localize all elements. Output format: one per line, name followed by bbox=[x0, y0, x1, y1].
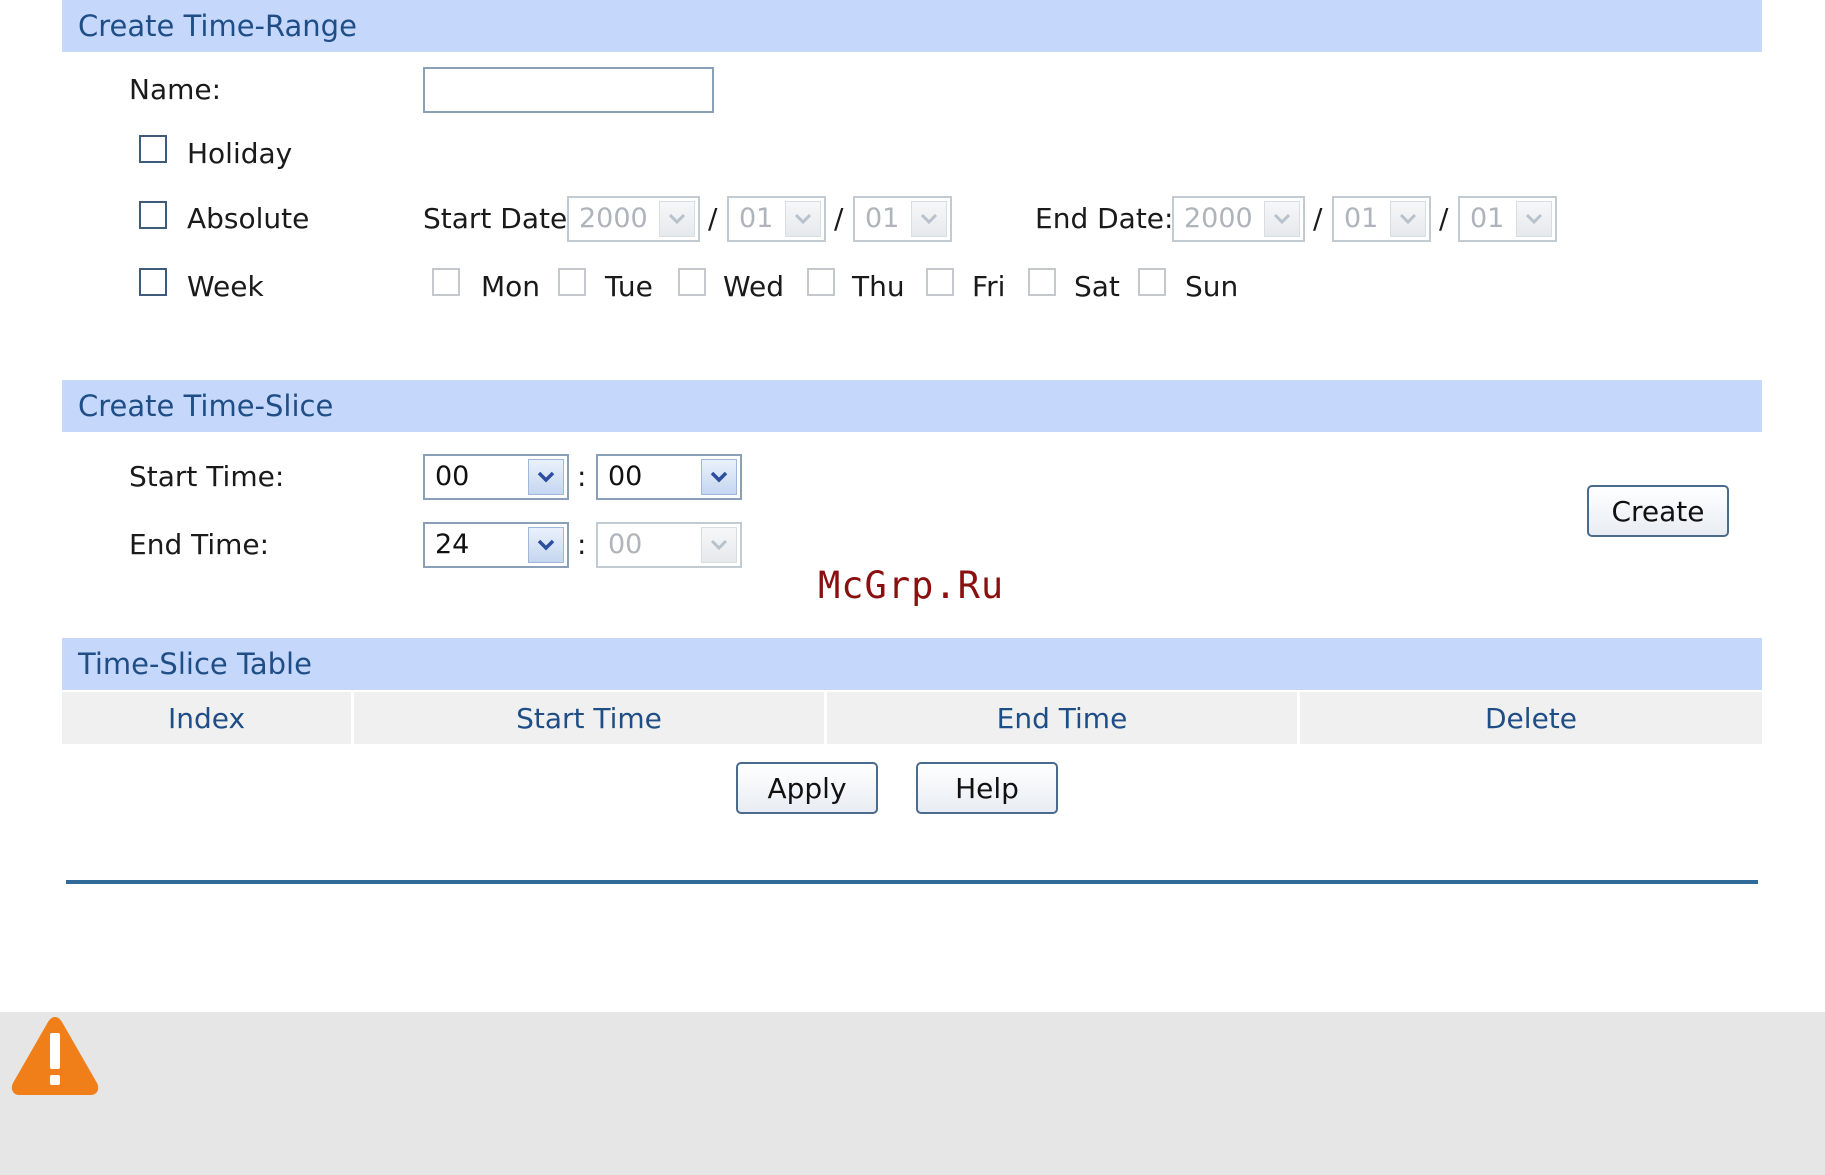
end-minute-value: 00 bbox=[608, 529, 643, 560]
column-header-start-time: Start Time bbox=[352, 692, 827, 744]
create-button[interactable]: Create bbox=[1587, 485, 1729, 537]
date-separator: / bbox=[1439, 202, 1449, 235]
end-year-select[interactable]: 2000 bbox=[1172, 196, 1305, 242]
day-label-fri: Fri bbox=[972, 270, 1006, 303]
name-label: Name: bbox=[129, 73, 222, 106]
note-panel bbox=[0, 1012, 1825, 1175]
end-month-value: 01 bbox=[1344, 203, 1379, 234]
end-hour-value: 24 bbox=[435, 529, 470, 560]
chevron-down-icon bbox=[1390, 201, 1426, 237]
start-minute-select[interactable]: 00 bbox=[596, 454, 742, 500]
create-time-range-header: Create Time-Range bbox=[62, 0, 1762, 52]
chevron-down-icon bbox=[528, 459, 564, 495]
day-label-sun: Sun bbox=[1185, 270, 1239, 303]
time-slice-table-header: Time-Slice Table bbox=[62, 638, 1762, 690]
start-year-select[interactable]: 2000 bbox=[567, 196, 700, 242]
day-label-thu: Thu bbox=[852, 270, 905, 303]
chevron-down-icon bbox=[701, 459, 737, 495]
start-hour-value: 00 bbox=[435, 461, 470, 492]
day-checkbox-thu[interactable] bbox=[807, 268, 835, 296]
time-slice-table: Index Start Time End Time Delete bbox=[62, 692, 1762, 744]
day-label-wed: Wed bbox=[723, 270, 785, 303]
column-header-index: Index bbox=[62, 692, 354, 744]
column-header-end-time: End Time bbox=[825, 692, 1300, 744]
absolute-checkbox[interactable] bbox=[139, 201, 167, 229]
end-day-select[interactable]: 01 bbox=[1458, 196, 1557, 242]
chevron-down-icon bbox=[911, 201, 947, 237]
start-day-value: 01 bbox=[865, 203, 900, 234]
day-label-tue: Tue bbox=[605, 270, 653, 303]
end-day-value: 01 bbox=[1470, 203, 1505, 234]
name-input[interactable] bbox=[423, 67, 714, 113]
week-checkbox[interactable] bbox=[139, 268, 167, 296]
chevron-down-icon bbox=[785, 201, 821, 237]
start-date-label: Start Date: bbox=[423, 202, 577, 235]
help-button[interactable]: Help bbox=[916, 762, 1058, 814]
chevron-down-icon bbox=[701, 527, 737, 563]
section-divider bbox=[66, 880, 1758, 884]
holiday-label: Holiday bbox=[187, 137, 293, 170]
chevron-down-icon bbox=[1264, 201, 1300, 237]
start-year-value: 2000 bbox=[579, 203, 648, 234]
start-month-value: 01 bbox=[739, 203, 774, 234]
day-checkbox-fri[interactable] bbox=[926, 268, 954, 296]
end-year-value: 2000 bbox=[1184, 203, 1253, 234]
end-minute-select[interactable]: 00 bbox=[596, 522, 742, 568]
date-separator: / bbox=[1313, 202, 1323, 235]
absolute-label: Absolute bbox=[187, 202, 310, 235]
start-month-select[interactable]: 01 bbox=[727, 196, 826, 242]
day-checkbox-sun[interactable] bbox=[1138, 268, 1166, 296]
apply-button[interactable]: Apply bbox=[736, 762, 878, 814]
day-label-mon: Mon bbox=[481, 270, 541, 303]
holiday-checkbox[interactable] bbox=[139, 135, 167, 163]
day-checkbox-mon[interactable] bbox=[432, 268, 460, 296]
day-checkbox-sat[interactable] bbox=[1028, 268, 1056, 296]
table-header-row: Index Start Time End Time Delete bbox=[62, 692, 1762, 744]
start-day-select[interactable]: 01 bbox=[853, 196, 952, 242]
day-label-sat: Sat bbox=[1074, 270, 1120, 303]
end-month-select[interactable]: 01 bbox=[1332, 196, 1431, 242]
chevron-down-icon bbox=[1516, 201, 1552, 237]
day-checkbox-tue[interactable] bbox=[558, 268, 586, 296]
create-time-slice-header: Create Time-Slice bbox=[62, 380, 1762, 432]
warning-triangle-icon bbox=[11, 1017, 99, 1095]
time-separator: : bbox=[577, 528, 587, 561]
chevron-down-icon bbox=[659, 201, 695, 237]
end-date-label: End Date: bbox=[1035, 202, 1174, 235]
column-header-delete: Delete bbox=[1298, 692, 1762, 744]
date-separator: / bbox=[834, 202, 844, 235]
end-hour-select[interactable]: 24 bbox=[423, 522, 569, 568]
week-label: Week bbox=[187, 270, 264, 303]
day-checkbox-wed[interactable] bbox=[678, 268, 706, 296]
time-separator: : bbox=[577, 460, 587, 493]
date-separator: / bbox=[708, 202, 718, 235]
chevron-down-icon bbox=[528, 527, 564, 563]
end-time-label: End Time: bbox=[129, 528, 270, 561]
start-minute-value: 00 bbox=[608, 461, 643, 492]
watermark: McGrp.Ru bbox=[818, 564, 1005, 607]
start-hour-select[interactable]: 00 bbox=[423, 454, 569, 500]
start-time-label: Start Time: bbox=[129, 460, 285, 493]
